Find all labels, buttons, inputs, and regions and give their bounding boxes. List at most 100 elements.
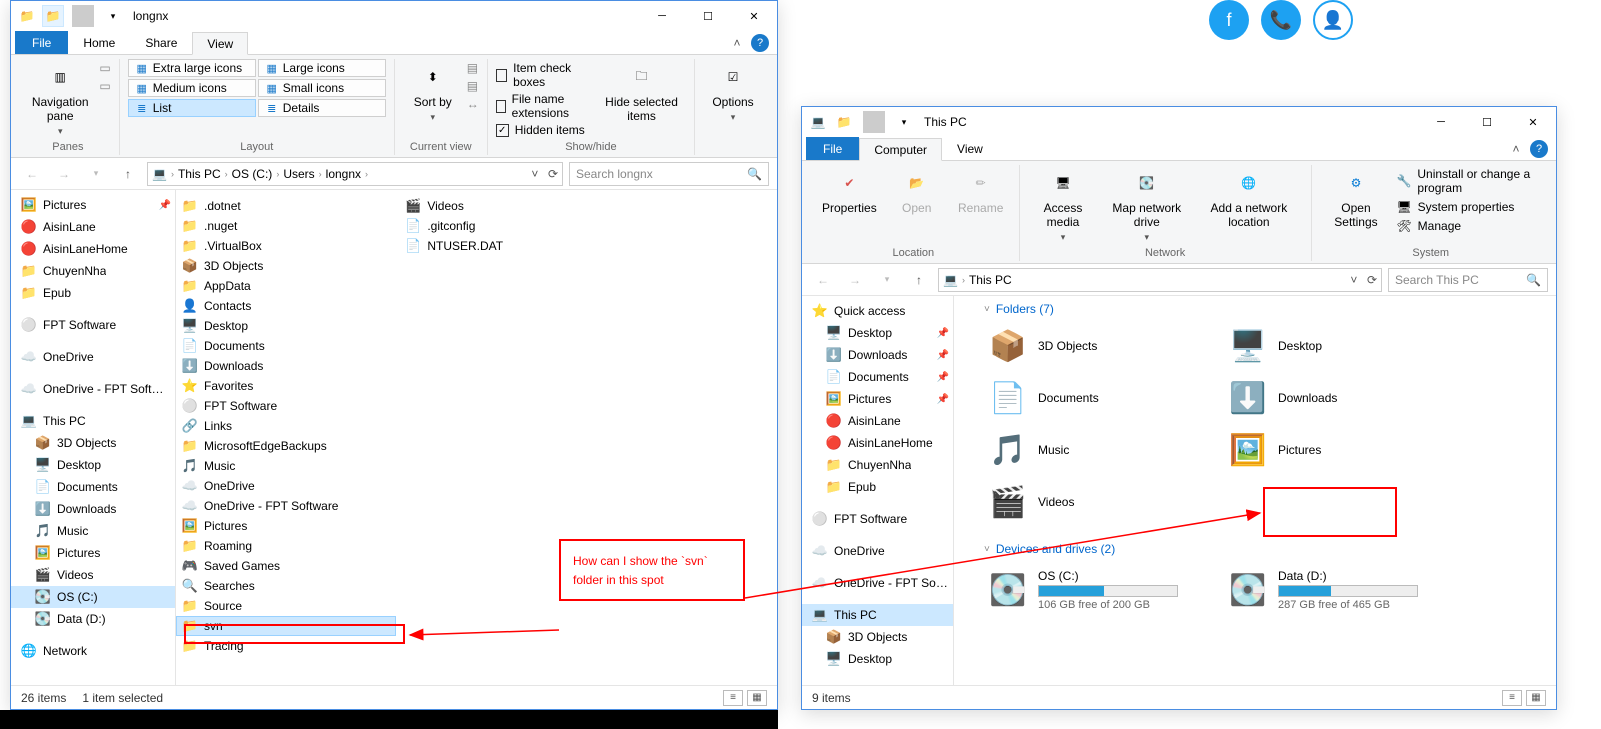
file-item-links[interactable]: 🔗Links [176, 416, 396, 436]
file-item-downloads[interactable]: ⬇️Downloads [176, 356, 396, 376]
add-network-button[interactable]: 🌐Add a network location [1195, 165, 1302, 231]
file-item-roaming[interactable]: 📁Roaming [176, 536, 396, 556]
file-extensions-toggle[interactable]: File name extensions [496, 92, 593, 120]
tree-item-aisinlanehome[interactable]: 🔴AisinLaneHome [802, 432, 953, 454]
open-button[interactable]: 📂Open [887, 165, 947, 217]
tree-item-os-c-[interactable]: 💽OS (C:) [11, 586, 175, 608]
file-item-onedrive-fpt-software[interactable]: ☁️OneDrive - FPT Software [176, 496, 396, 516]
tree-item-this-pc[interactable]: 💻This PC [11, 410, 175, 432]
qat-overflow-icon[interactable]: ▾ [893, 111, 915, 133]
address-refresh-icon[interactable]: ⟳ [1367, 273, 1377, 287]
breadcrumb-longnx[interactable]: longnx› [326, 167, 368, 181]
breadcrumb-os[interactable]: OS (C:)› [232, 167, 280, 181]
address-refresh-icon[interactable]: ⟳ [548, 167, 558, 181]
layout-small[interactable]: ▦Small icons [258, 79, 386, 97]
manage-button[interactable]: 🛠Manage [1396, 219, 1542, 233]
file-item-3d-objects[interactable]: 📦3D Objects [176, 256, 396, 276]
help-icon[interactable]: ? [751, 34, 769, 52]
tree-item-3d-objects[interactable]: 📦3D Objects [11, 432, 175, 454]
file-list[interactable]: 📁.dotnet📁.nuget📁.VirtualBox📦3D Objects📁A… [176, 190, 777, 685]
tree-item-downloads[interactable]: ⬇️Downloads [11, 498, 175, 520]
minimize-button[interactable]: ─ [1418, 107, 1464, 137]
breadcrumb-thispc[interactable]: This PC [969, 273, 1012, 287]
tree-item-documents[interactable]: 📄Documents [11, 476, 175, 498]
tree-item-pictures[interactable]: 🖼️Pictures📌 [11, 194, 175, 216]
file-item-onedrive[interactable]: ☁️OneDrive [176, 476, 396, 496]
tree-item-onedrive[interactable]: ☁️OneDrive [11, 346, 175, 368]
tree-item-onedrive-fpt-software[interactable]: ☁️OneDrive - FPT Software [802, 572, 953, 594]
tree-item-data-d-[interactable]: 💽Data (D:) [11, 608, 175, 630]
tree-item-pictures[interactable]: 🖼️Pictures [11, 542, 175, 564]
add-columns-button[interactable]: ▤ [467, 79, 479, 93]
tree-item-music[interactable]: 🎵Music [11, 520, 175, 542]
tree-item-aisinlane[interactable]: 🔴AisinLane [11, 216, 175, 238]
system-properties-button[interactable]: 🖥System properties [1396, 200, 1542, 214]
view-icons-icon[interactable]: ▦ [747, 690, 767, 706]
file-item-fpt-software[interactable]: ⚪FPT Software [176, 396, 396, 416]
tree-item-downloads[interactable]: ⬇️Downloads📌 [802, 344, 953, 366]
folder-documents[interactable]: 📄Documents [984, 372, 1224, 424]
ribbon-collapse-icon[interactable]: ˄ [725, 31, 749, 54]
back-button[interactable]: ← [19, 161, 45, 187]
view-details-icon[interactable]: ≡ [723, 690, 743, 706]
folder-desktop[interactable]: 🖥️Desktop [1224, 320, 1464, 372]
hide-selected-button[interactable]: 🗀Hide selected items [597, 59, 686, 125]
address-bar[interactable]: 💻› This PC ˅ ⟳ [938, 268, 1382, 292]
computer-tab[interactable]: Computer [859, 138, 942, 161]
sort-by-button[interactable]: ⬍Sort by [403, 59, 463, 125]
devices-group-header[interactable]: ˅Devices and drives (2) [954, 536, 1556, 560]
tree-item-aisinlanehome[interactable]: 🔴AisinLaneHome [11, 238, 175, 260]
view-tab[interactable]: View [942, 137, 998, 160]
phone-button[interactable]: 📞 [1261, 0, 1301, 40]
options-button[interactable]: ☑Options [703, 59, 763, 125]
uninstall-button[interactable]: 🔧Uninstall or change a program [1396, 167, 1542, 195]
folders-group-header[interactable]: ˅Folders (7) [954, 296, 1556, 320]
tree-item-network[interactable]: 🌐Network [11, 640, 175, 662]
folder-music[interactable]: 🎵Music [984, 424, 1224, 476]
file-item-contacts[interactable]: 👤Contacts [176, 296, 396, 316]
address-dropdown-icon[interactable]: ˅ [1350, 273, 1357, 287]
folder-videos[interactable]: 🎬Videos [984, 476, 1224, 528]
folder-3d-objects[interactable]: 📦3D Objects [984, 320, 1224, 372]
file-item-searches[interactable]: 🔍Searches [176, 576, 396, 596]
user-button[interactable]: 👤 [1313, 0, 1353, 40]
navigation-tree[interactable]: ⭐Quick access🖥️Desktop📌⬇️Downloads📌📄Docu… [802, 296, 954, 685]
drive-data-d-[interactable]: 💽Data (D:)287 GB free of 465 GB [1224, 560, 1464, 620]
tree-item-desktop[interactable]: 🖥️Desktop📌 [802, 322, 953, 344]
search-box[interactable]: Search This PC🔍 [1388, 268, 1548, 292]
navigation-tree[interactable]: 🖼️Pictures📌🔴AisinLane🔴AisinLaneHome📁Chuy… [11, 190, 176, 685]
details-pane-button[interactable]: ▭ [99, 79, 110, 93]
file-item-saved-games[interactable]: 🎮Saved Games [176, 556, 396, 576]
file-item-videos[interactable]: 🎬Videos [399, 196, 619, 216]
layout-large[interactable]: ▦Large icons [258, 59, 386, 77]
rename-button[interactable]: ✏Rename [951, 165, 1011, 217]
back-button[interactable]: ← [810, 267, 836, 293]
maximize-button[interactable]: ☐ [685, 1, 731, 31]
recent-button[interactable]: ▾ [83, 161, 109, 187]
file-item--dotnet[interactable]: 📁.dotnet [176, 196, 396, 216]
help-icon[interactable]: ? [1530, 140, 1548, 158]
layout-extra-large[interactable]: ▦Extra large icons [128, 59, 256, 77]
forward-button[interactable]: → [51, 161, 77, 187]
tree-item-pictures[interactable]: 🖼️Pictures📌 [802, 388, 953, 410]
up-button[interactable]: ↑ [115, 161, 141, 187]
facebook-button[interactable]: f [1209, 0, 1249, 40]
address-dropdown-icon[interactable]: ˅ [531, 167, 538, 181]
tree-item-epub[interactable]: 📁Epub [11, 282, 175, 304]
layout-gallery[interactable]: ▦Extra large icons ▦Large icons ▦Medium … [128, 59, 386, 117]
quick-folder-icon[interactable]: 📁 [42, 5, 64, 27]
tree-item-videos[interactable]: 🎬Videos [11, 564, 175, 586]
tree-item-3d-objects[interactable]: 📦3D Objects [802, 626, 953, 648]
hidden-items-toggle[interactable]: ✓Hidden items [496, 123, 593, 137]
file-tab[interactable]: File [806, 137, 859, 160]
preview-pane-button[interactable]: ▭ [99, 61, 110, 75]
recent-button[interactable]: ▾ [874, 267, 900, 293]
forward-button[interactable]: → [842, 267, 868, 293]
tree-item-aisinlane[interactable]: 🔴AisinLane [802, 410, 953, 432]
tree-item-desktop[interactable]: 🖥️Desktop [11, 454, 175, 476]
tree-item-documents[interactable]: 📄Documents📌 [802, 366, 953, 388]
maximize-button[interactable]: ☐ [1464, 107, 1510, 137]
tree-item-onedrive[interactable]: ☁️OneDrive [802, 540, 953, 562]
tree-item-quick-access[interactable]: ⭐Quick access [802, 300, 953, 322]
file-item-favorites[interactable]: ⭐Favorites [176, 376, 396, 396]
